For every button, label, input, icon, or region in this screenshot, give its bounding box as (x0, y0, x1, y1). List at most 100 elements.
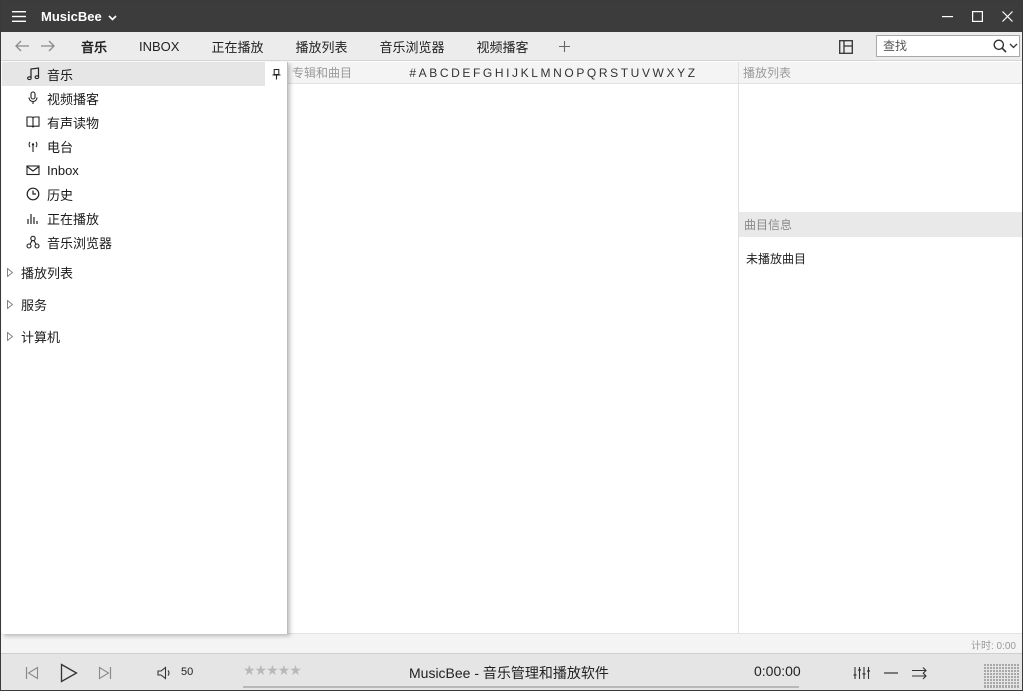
close-icon[interactable] (992, 1, 1022, 32)
alphabet-letter[interactable]: S (609, 66, 620, 80)
now-playing-title: MusicBee - 音乐管理和播放软件 (409, 665, 609, 681)
tab-music[interactable]: 音乐 (65, 32, 123, 61)
shuffle-repeat-icon[interactable] (909, 664, 931, 682)
alphabet-letter[interactable]: D (450, 66, 461, 80)
sidebar-item-label: 音乐 (47, 67, 74, 83)
rating-stars[interactable]: ★★★★★ (243, 662, 302, 679)
expand-triangle-icon[interactable] (7, 299, 17, 309)
alphabet-letter[interactable]: H (494, 66, 505, 80)
alphabet-letter[interactable]: A (417, 66, 428, 80)
search-icon[interactable] (993, 39, 1007, 53)
sidebar-item-now-playing[interactable]: 正在播放 (2, 206, 287, 230)
alphabet-letter[interactable]: G (482, 66, 494, 80)
spectrum-visualizer-icon (984, 664, 1020, 688)
alphabet-letter[interactable]: R (598, 66, 609, 80)
tab-playlists[interactable]: 播放列表 (280, 32, 364, 61)
sidebar-item-label: 有声读物 (47, 115, 100, 131)
tab-bar: 音乐 INBOX 正在播放 播放列表 音乐浏览器 视频播客 (1, 32, 1022, 61)
track-info-label: 曲目信息 (744, 218, 793, 232)
sidebar-item-history[interactable]: 历史 (2, 182, 287, 206)
minimize-icon[interactable] (932, 1, 962, 32)
previous-track-icon[interactable] (23, 664, 41, 682)
alphabet-letter[interactable]: W (651, 66, 665, 80)
title-bar: MusicBee (1, 1, 1022, 32)
sidebar-group-label: 计算机 (21, 329, 61, 345)
sidebar-item-label: 历史 (47, 187, 74, 203)
mail-icon (25, 162, 41, 178)
app-title-menu[interactable]: MusicBee (41, 9, 117, 24)
alphabet-letter[interactable]: Q (586, 66, 598, 80)
music-note-icon (25, 66, 41, 82)
next-track-icon[interactable] (96, 664, 114, 682)
sidebar-item-label: 音乐浏览器 (47, 235, 113, 251)
sidebar-item-podcasts[interactable]: 视频播客 (2, 86, 287, 110)
alphabet-letter[interactable]: E (461, 66, 472, 80)
track-info-header: 曲目信息 (739, 212, 1022, 237)
alphabet-letter[interactable]: Y (676, 66, 687, 80)
play-icon[interactable] (57, 661, 81, 685)
alphabet-letter[interactable]: O (563, 66, 575, 80)
search-options-chevron-icon[interactable] (1009, 43, 1018, 49)
progress-bar[interactable] (243, 686, 799, 688)
clock-icon (25, 186, 41, 202)
playlist-panel[interactable] (739, 84, 1022, 211)
tab-now-playing[interactable]: 正在播放 (195, 32, 279, 61)
playlist-panel-header: 播放列表 (739, 62, 1022, 84)
alphabet-letter[interactable]: P (575, 66, 586, 80)
alphabet-letter[interactable]: M (539, 66, 552, 80)
alphabet-letter[interactable]: J (511, 66, 520, 80)
sidebar-group-computer[interactable]: 计算机 (2, 320, 287, 352)
alphabet-letter[interactable]: L (530, 66, 539, 80)
maximize-icon[interactable] (962, 1, 992, 32)
forward-arrow-icon[interactable] (33, 32, 63, 61)
sidebar-item-inbox[interactable]: Inbox (2, 158, 287, 182)
sidebar-item-label: 正在播放 (47, 211, 100, 227)
search-input[interactable] (883, 37, 987, 55)
sidebar-item-radio[interactable]: 电台 (2, 134, 287, 158)
sidebar-group-playlists[interactable]: 播放列表 (2, 256, 287, 288)
status-bar: 计时: 0:00 (1, 633, 1022, 653)
microphone-icon (25, 90, 41, 106)
scrobble-toggle-icon[interactable] (881, 664, 901, 682)
pin-icon[interactable] (265, 62, 287, 86)
alphabet-letter[interactable]: # (408, 66, 417, 80)
sidebar-item-music-explorer[interactable]: 音乐浏览器 (2, 230, 287, 254)
search-box (876, 35, 1020, 57)
tab-inbox[interactable]: INBOX (123, 32, 195, 61)
alphabet-letter[interactable]: F (472, 66, 482, 80)
alphabet-letter[interactable]: U (629, 66, 640, 80)
layout-panel-icon[interactable] (833, 35, 859, 58)
sidebar-item-label: Inbox (47, 162, 79, 178)
app-title: MusicBee (41, 9, 102, 24)
add-tab-icon[interactable] (545, 32, 584, 61)
sidebar-item-label: 电台 (47, 139, 74, 155)
sidebar-item-music[interactable]: 音乐 (2, 62, 287, 86)
album-tracks-header: 专辑和曲目 # A B C D E F G H I J K L M N O P Q R S T U V W X Y Z (288, 62, 738, 84)
tab-podcasts[interactable]: 视频播客 (461, 32, 545, 61)
alphabet-letter[interactable]: B (428, 66, 439, 80)
tab-music-explorer[interactable]: 音乐浏览器 (364, 32, 461, 61)
album-tracks-label: 专辑和曲目 (292, 66, 353, 80)
player-bar: 50 ★★★★★ MusicBee - 音乐管理和播放软件 0:00:00 (1, 653, 1022, 690)
alphabet-letter[interactable]: K (519, 66, 530, 80)
sidebar-item-audiobooks[interactable]: 有声读物 (2, 110, 287, 134)
alphabet-letter[interactable]: X (665, 66, 676, 80)
expand-triangle-icon[interactable] (7, 331, 17, 341)
app-window: MusicBee 音乐 INBOX 正在播放 播放列表 音乐浏览器 视频播客 查… (0, 0, 1023, 691)
alphabet-letter[interactable]: T (619, 66, 629, 80)
expand-triangle-icon[interactable] (7, 267, 17, 277)
alphabet-letter[interactable]: Z (686, 66, 696, 80)
alphabet-letter[interactable]: N (552, 66, 563, 80)
radio-antenna-icon (25, 138, 41, 154)
sidebar-group-label: 播放列表 (21, 265, 74, 281)
playlist-panel-label: 播放列表 (743, 66, 792, 80)
album-track-list[interactable] (288, 84, 738, 633)
alphabet-letter[interactable]: C (439, 66, 450, 80)
sidebar-group-services[interactable]: 服务 (2, 288, 287, 320)
equalizer-icon[interactable] (851, 664, 871, 682)
alphabet-letter[interactable]: V (641, 66, 652, 80)
track-info-text: 未播放曲目 (746, 252, 807, 266)
bars-icon (25, 210, 41, 226)
hamburger-menu-icon[interactable] (1, 1, 37, 32)
volume-icon[interactable] (155, 664, 173, 682)
